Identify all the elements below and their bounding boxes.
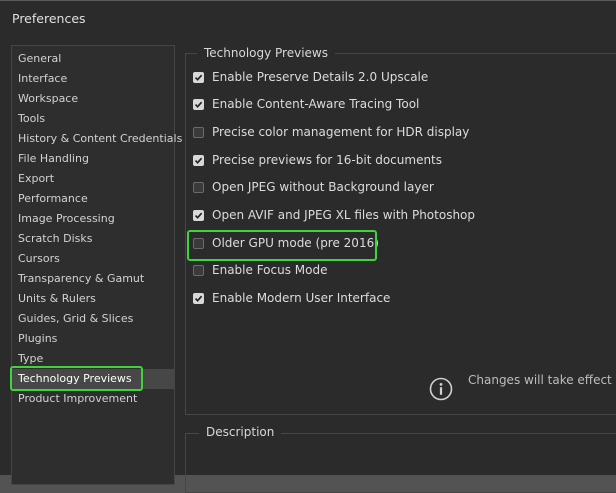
description-group	[185, 433, 616, 493]
technology-previews-title: Technology Previews	[197, 46, 335, 60]
option-label: Older GPU mode (pre 2016)	[212, 236, 379, 250]
sidebar-item-cursors[interactable]: Cursors	[12, 249, 174, 269]
option-avif-jpegxl[interactable]: Open AVIF and JPEG XL files with Photosh…	[193, 205, 475, 225]
title-bar: Preferences	[0, 1, 616, 35]
option-label: Enable Content-Aware Tracing Tool	[212, 97, 420, 111]
description-title: Description	[199, 425, 282, 439]
sidebar-item-guides-grid-slices[interactable]: Guides, Grid & Slices	[12, 309, 174, 329]
sidebar-item-general[interactable]: General	[12, 49, 174, 69]
info-icon	[429, 377, 453, 401]
option-label: Open JPEG without Background layer	[212, 180, 434, 194]
preferences-window: Preferences General Interface Workspace …	[0, 0, 616, 493]
option-label: Enable Focus Mode	[212, 263, 328, 277]
option-label: Enable Preserve Details 2.0 Upscale	[212, 70, 429, 84]
checkbox-checked-icon[interactable]	[193, 98, 204, 110]
checkbox-checked-icon[interactable]	[193, 71, 204, 83]
checkbox-unchecked-icon[interactable]	[193, 264, 204, 276]
checkbox-checked-icon[interactable]	[193, 209, 204, 221]
checkbox-unchecked-icon[interactable]	[193, 237, 204, 249]
sidebar-item-tools[interactable]: Tools	[12, 109, 174, 129]
checkbox-unchecked-icon[interactable]	[193, 126, 204, 138]
sidebar-item-type[interactable]: Type	[12, 349, 174, 369]
option-label: Precise previews for 16-bit documents	[212, 153, 443, 167]
sidebar-item-transparency-gamut[interactable]: Transparency & Gamut	[12, 269, 174, 289]
checkbox-unchecked-icon[interactable]	[193, 181, 204, 193]
sidebar-item-product-improvement[interactable]: Product Improvement	[12, 389, 174, 409]
preferences-sidebar: General Interface Workspace Tools Histor…	[11, 45, 182, 485]
sidebar-item-performance[interactable]: Performance	[12, 189, 174, 209]
sidebar-item-export[interactable]: Export	[12, 169, 174, 189]
restart-notice: Changes will take effect the	[468, 373, 616, 387]
option-label: Precise color management for HDR display	[212, 125, 470, 139]
option-jpeg-without-background[interactable]: Open JPEG without Background layer	[193, 177, 434, 197]
checkbox-checked-icon[interactable]	[193, 154, 204, 166]
option-modern-ui[interactable]: Enable Modern User Interface	[193, 288, 390, 308]
sidebar-item-plugins[interactable]: Plugins	[12, 329, 174, 349]
option-focus-mode[interactable]: Enable Focus Mode	[193, 260, 327, 280]
window-title: Preferences	[12, 11, 86, 26]
checkbox-checked-icon[interactable]	[193, 292, 204, 304]
option-preserve-details-upscale[interactable]: Enable Preserve Details 2.0 Upscale	[193, 67, 428, 87]
sidebar-item-scratch-disks[interactable]: Scratch Disks	[12, 229, 174, 249]
option-content-aware-tracing[interactable]: Enable Content-Aware Tracing Tool	[193, 94, 419, 114]
sidebar-item-technology-previews[interactable]: Technology Previews	[12, 369, 174, 389]
option-hdr-color-management[interactable]: Precise color management for HDR display	[193, 122, 469, 142]
sidebar-item-workspace[interactable]: Workspace	[12, 89, 174, 109]
sidebar-item-units-rulers[interactable]: Units & Rulers	[12, 289, 174, 309]
option-label: Open AVIF and JPEG XL files with Photosh…	[212, 208, 476, 222]
option-older-gpu-mode[interactable]: Older GPU mode (pre 2016)	[193, 233, 379, 253]
sidebar-item-image-processing[interactable]: Image Processing	[12, 209, 174, 229]
option-label: Enable Modern User Interface	[212, 291, 391, 305]
sidebar-item-history-content-credentials[interactable]: History & Content Credentials	[12, 129, 182, 149]
option-precise-16bit-previews[interactable]: Precise previews for 16-bit documents	[193, 150, 442, 170]
sidebar-item-interface[interactable]: Interface	[12, 69, 174, 89]
sidebar-item-file-handling[interactable]: File Handling	[12, 149, 174, 169]
